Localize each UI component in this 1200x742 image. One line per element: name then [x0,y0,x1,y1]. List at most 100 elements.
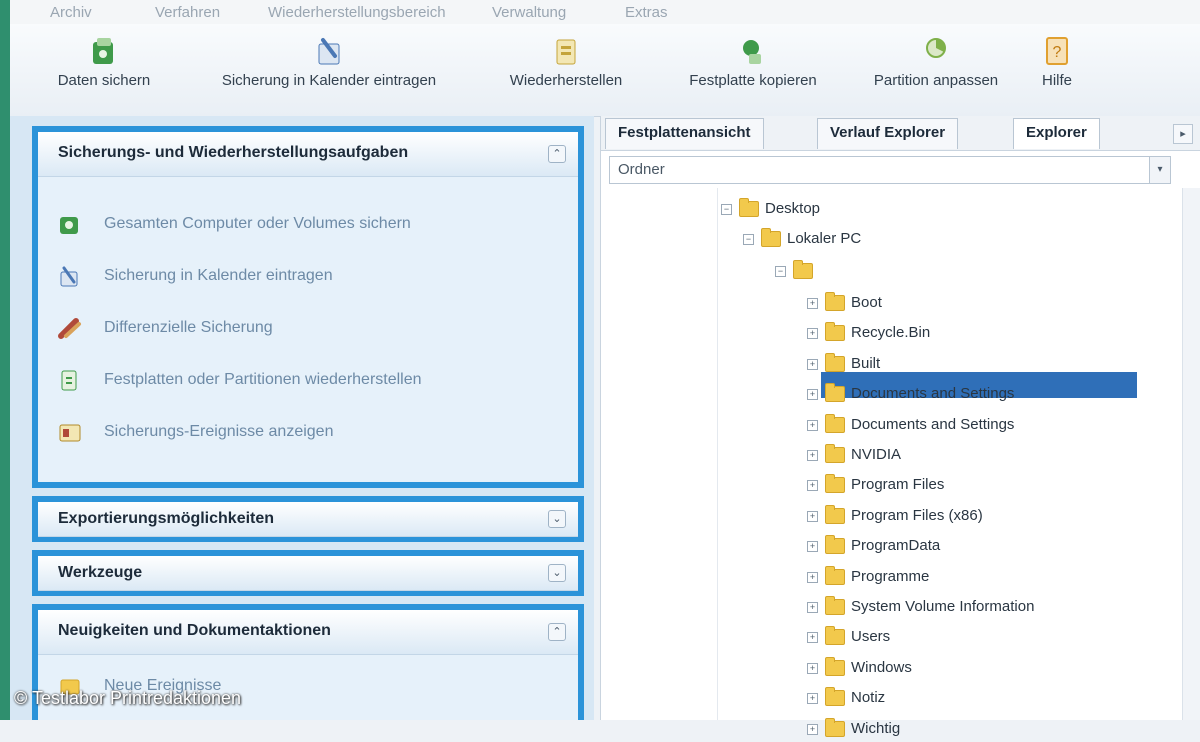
menu-restore-area[interactable]: Wiederherstellungsbereich [268,4,446,21]
folder-icon [825,383,845,403]
folder-label: Program Files [851,476,945,494]
schedule-icon [58,264,82,288]
collapse-icon[interactable]: − [721,204,732,215]
group-header[interactable]: Neuigkeiten und Dokumentaktionen ⌃ [38,610,578,655]
group-header[interactable]: Exportierungsmöglichkeiten ⌄ [38,502,578,537]
expand-icon[interactable]: + [807,480,818,492]
group-title: Werkzeuge [58,564,143,581]
events-icon [58,420,82,444]
task-pane: Sicherungs- und Wiederherstellungsaufgab… [10,116,594,720]
folder-icon [825,474,845,494]
expand-icon[interactable]: + [807,662,818,674]
help-icon: ? [1043,34,1071,68]
group-title: Exportierungsmöglichkeiten [58,510,275,527]
folder-label: Recycle.Bin [851,324,931,342]
folder-icon [825,656,845,676]
disk-copy-icon [739,34,767,68]
group-title: Neuigkeiten und Dokumentaktionen [58,622,331,639]
menu-archive[interactable]: Archiv [50,4,92,21]
folder-label: Documents and Settings [851,415,1015,433]
expand-icon[interactable]: + [807,358,818,370]
collapse-icon[interactable]: ⌃ [548,623,566,641]
collapse-icon[interactable]: − [743,234,754,245]
computer-icon [761,228,781,247]
folder-icon [825,535,845,555]
folder-label: Boot [851,294,882,311]
tab-disk-view[interactable]: Festplattenansicht [605,118,764,149]
expand-icon[interactable]: + [807,602,818,613]
folder-label: Notiz [851,689,886,707]
collapse-icon[interactable]: ⌃ [548,145,566,163]
copyright-watermark: © Testlabor Printredaktionen [14,688,242,708]
address-bar[interactable]: Ordner ▾ [609,156,1171,184]
help-button[interactable]: ? Hilfe [1032,34,1082,90]
folder-icon [825,322,845,342]
group-title: Sicherungs- und Wiederherstellungsaufgab… [58,144,409,161]
group-header[interactable]: Werkzeuge ⌄ [38,556,578,591]
tab-explorer[interactable]: Explorer [1013,118,1100,149]
schedule-backup-button[interactable]: Sicherung in Kalender eintragen [182,34,476,90]
menu-management[interactable]: Verwaltung [492,4,566,21]
folder-label: Programme [851,567,930,585]
backup-tasks-group: Sicherungs- und Wiederherstellungsaufgab… [32,126,584,488]
folder-icon [825,687,845,707]
folder-label: Documents and Settings [851,385,1015,403]
differential-icon [58,316,82,340]
tab-scroll-icon[interactable]: ▸ [1173,124,1193,144]
menu-procedure[interactable]: Verfahren [155,4,220,21]
expand-icon[interactable]: + [807,571,818,583]
toolbar: Daten sichern Sicherung in Kalender eint… [10,24,1200,117]
partition-button[interactable]: Partition anpassen [856,34,1016,90]
folder-label: ProgramData [851,537,941,555]
tree-gutter [609,188,718,720]
restore-icon [552,34,580,68]
backup-button[interactable]: Daten sichern [34,34,174,90]
expand-icon[interactable]: + [807,389,818,401]
folder-label: NVIDIA [851,446,902,463]
expand-icon[interactable]: + [807,541,818,553]
folder-icon [739,198,759,217]
expand-icon[interactable]: + [807,328,818,340]
disk-copy-button[interactable]: Festplatte kopieren [660,34,846,90]
window-left-edge [0,0,10,720]
tab-history-explorer[interactable]: Verlauf Explorer [817,118,959,149]
folder-label: System Volume Information [851,598,1035,615]
expand-icon[interactable]: ⌄ [548,564,566,582]
folder-label: Built [851,354,881,372]
folder-icon [825,626,845,646]
expand-icon[interactable]: + [807,298,818,309]
folder-icon [825,565,845,585]
folder-icon [825,413,845,433]
vertical-scrollbar[interactable] [1182,188,1200,720]
expand-icon[interactable]: + [807,723,818,735]
explorer-pane: Festplattenansicht Verlauf Explorer Expl… [600,116,1200,737]
partition-icon [922,34,950,68]
restore-icon [58,368,82,392]
folder-label: Wichtig [851,719,901,737]
restore-button[interactable]: Wiederherstellen [486,34,646,90]
expand-icon[interactable]: + [807,450,818,461]
collapse-icon[interactable]: − [775,266,786,277]
backup-icon [58,212,82,236]
expand-icon[interactable]: ⌄ [548,510,566,528]
address-text: Ordner [618,161,665,178]
tools-group: Werkzeuge ⌄ [32,550,584,596]
expand-icon[interactable]: + [807,632,818,644]
group-header[interactable]: Sicherungs- und Wiederherstellungsaufgab… [38,132,578,177]
folder-icon [825,504,845,524]
expand-icon[interactable]: + [807,419,818,431]
expand-icon[interactable]: + [807,510,818,522]
expand-icon[interactable]: + [807,693,818,705]
menu-tools[interactable]: Extras [625,4,668,21]
tab-bar: Festplattenansicht Verlauf Explorer Expl… [601,116,1200,151]
folder-label: Windows [851,658,912,676]
folder-icon [825,717,845,737]
chevron-down-icon[interactable]: ▾ [1149,157,1170,183]
folder-icon [825,352,845,372]
folder-icon [825,444,845,463]
export-options-group: Exportierungsmöglichkeiten ⌄ [32,496,584,542]
drive-icon [793,260,813,279]
calendar-icon [315,34,343,68]
backup-icon [90,34,118,68]
menu-bar: Archiv Verfahren Wiederherstellungsberei… [10,0,1200,25]
